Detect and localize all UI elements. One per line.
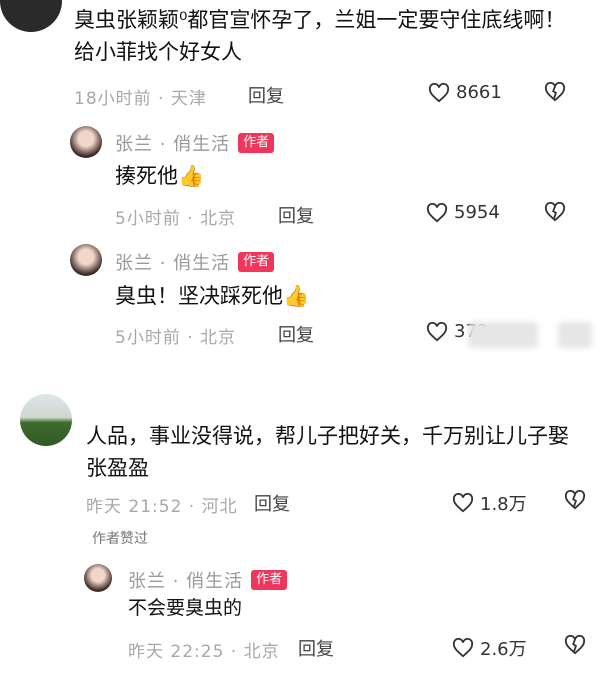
reply-button[interactable]: 回复 <box>248 82 284 108</box>
reply-button[interactable]: 回复 <box>298 635 334 661</box>
like-button[interactable]: 5954 <box>426 202 500 223</box>
commenter-avatar[interactable] <box>20 394 72 446</box>
author-avatar[interactable] <box>70 126 102 158</box>
reply-button[interactable]: 回复 <box>278 202 314 228</box>
like-button[interactable]: 1.8万 <box>452 490 527 516</box>
author-badge: 作者 <box>251 570 288 590</box>
comment-text: 人品，事业没得说，帮儿子把好关，千万别让儿子娶张盈盈 <box>86 424 569 480</box>
reply-text: 揍死他👍 <box>115 164 205 188</box>
blurred-overlay <box>468 322 538 348</box>
like-button[interactable]: 8661 <box>428 82 502 103</box>
comment-time: 昨天 21:52 · 河北 <box>86 497 238 517</box>
dislike-heart-icon[interactable] <box>564 490 586 510</box>
like-count: 8661 <box>456 82 502 103</box>
dislike-heart-icon[interactable] <box>564 635 586 655</box>
reply-time: 昨天 22:25 · 北京 <box>128 642 280 662</box>
heart-icon <box>426 321 448 342</box>
reply-time: 5小时前 · 北京 <box>115 328 237 348</box>
reply-button[interactable]: 回复 <box>278 321 314 347</box>
author-liked-label: 作者赞过 <box>92 531 148 547</box>
heart-icon <box>452 638 474 658</box>
commenter-avatar[interactable] <box>0 0 62 32</box>
blurred-overlay <box>558 322 592 348</box>
author-avatar[interactable] <box>70 244 102 276</box>
author-badge: 作者 <box>238 133 275 153</box>
author-row: 张兰 · 俏生活 作者 <box>115 249 275 275</box>
comment-text: 臭虫张颖颖⁰都官宣怀孕了，兰姐一定要守住底线啊！给小菲找个好女人 <box>74 8 566 64</box>
reply-text: 不会要臭虫的 <box>128 597 243 619</box>
author-badge: 作者 <box>238 252 275 272</box>
heart-icon <box>426 202 448 223</box>
author-name[interactable]: 张兰 · 俏生活 <box>115 249 230 275</box>
like-count: 5954 <box>454 202 500 223</box>
author-row: 张兰 · 俏生活 作者 <box>115 130 275 156</box>
author-name[interactable]: 张兰 · 俏生活 <box>115 130 230 156</box>
heart-icon <box>452 493 474 513</box>
heart-icon <box>428 82 450 103</box>
like-count: 1.8万 <box>480 494 527 515</box>
dislike-heart-icon[interactable] <box>544 82 566 102</box>
author-avatar[interactable] <box>84 564 112 592</box>
reply-button[interactable]: 回复 <box>254 490 290 516</box>
dislike-heart-icon[interactable] <box>544 202 566 222</box>
comment-time: 18小时前 · 天津 <box>74 89 207 109</box>
reply-time: 5小时前 · 北京 <box>115 209 237 229</box>
reply-text: 臭虫！坚决踩死他👍 <box>115 284 310 308</box>
author-row: 张兰 · 俏生活 作者 <box>128 567 288 593</box>
like-count: 2.6万 <box>480 639 527 660</box>
author-name[interactable]: 张兰 · 俏生活 <box>128 567 243 593</box>
like-button[interactable]: 2.6万 <box>452 635 527 661</box>
